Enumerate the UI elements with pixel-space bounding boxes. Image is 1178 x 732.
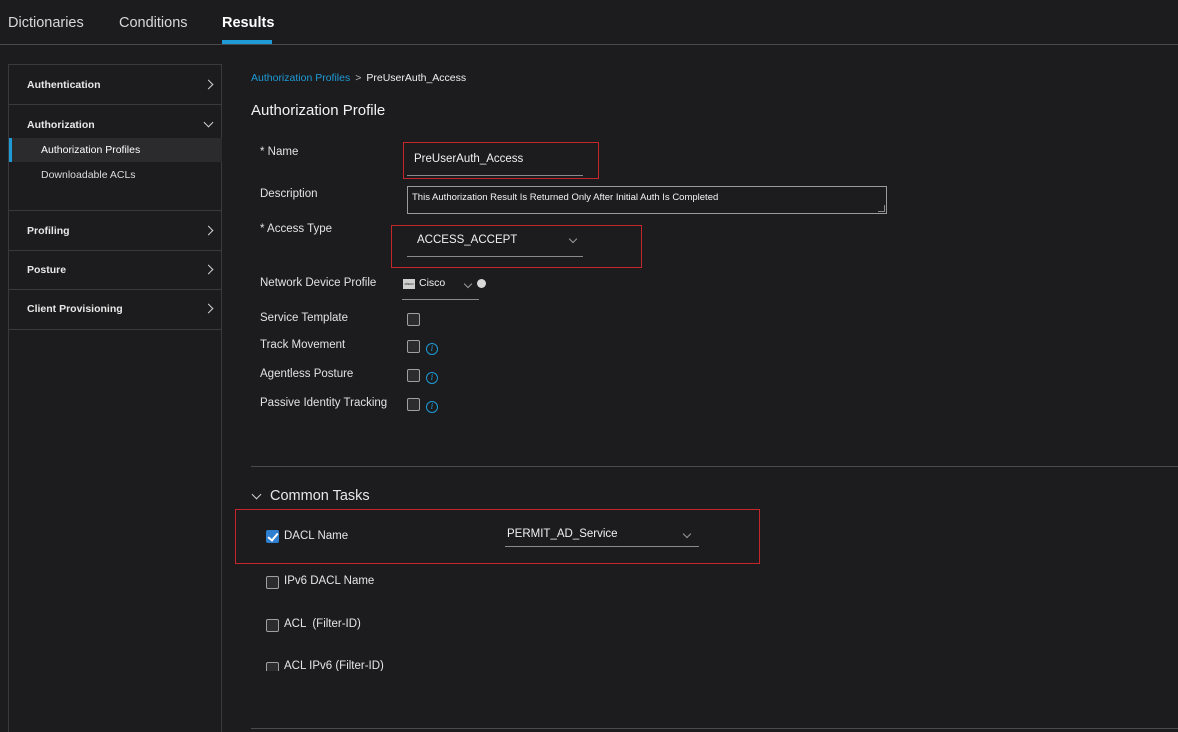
network-device-profile-value: Cisco bbox=[419, 277, 446, 289]
passive-identity-tracking-label: Passive Identity Tracking bbox=[260, 397, 388, 409]
network-device-profile-label: Network Device Profile bbox=[260, 277, 377, 289]
agentless-posture-label: Agentless Posture bbox=[260, 368, 354, 380]
common-tasks-title[interactable]: Common Tasks bbox=[270, 488, 370, 504]
tab-results[interactable]: Results bbox=[222, 15, 274, 31]
tab-conditions[interactable]: Conditions bbox=[119, 15, 188, 31]
track-movement-checkbox[interactable] bbox=[407, 340, 420, 353]
description-label: Description bbox=[260, 188, 318, 200]
breadcrumb-parent-link[interactable]: Authorization Profiles bbox=[251, 72, 350, 84]
info-icon[interactable]: i bbox=[426, 401, 438, 413]
sidebar-item-downloadable-acls[interactable]: Downloadable ACLs bbox=[9, 163, 222, 187]
name-input[interactable]: PreUserAuth_Access bbox=[407, 152, 583, 176]
sidebar: Authentication Authorization Authorizati… bbox=[8, 64, 222, 732]
sidebar-section-label: Profiling bbox=[27, 225, 70, 237]
sidebar-section-label[interactable]: Authorization bbox=[27, 119, 95, 131]
access-type-value: ACCESS_ACCEPT bbox=[417, 234, 518, 246]
sidebar-section-authorization: Authorization Authorization Profiles Dow… bbox=[9, 105, 222, 211]
sidebar-section-profiling[interactable]: Profiling bbox=[9, 211, 222, 251]
description-text: This Authorization Result Is Returned On… bbox=[412, 192, 719, 203]
sidebar-section-client-provisioning[interactable]: Client Provisioning bbox=[9, 290, 222, 330]
sidebar-section-authentication[interactable]: Authentication bbox=[9, 65, 222, 105]
acl-ipv6-row-clipped: ACL IPv6 (Filter-ID) bbox=[262, 659, 462, 671]
passive-identity-tracking-checkbox[interactable] bbox=[407, 398, 420, 411]
active-tab-indicator bbox=[222, 40, 272, 44]
globe-icon[interactable] bbox=[477, 279, 486, 288]
cisco-logo-icon: cisco bbox=[403, 279, 415, 289]
resize-handle-icon[interactable] bbox=[878, 205, 885, 212]
description-textarea[interactable]: This Authorization Result Is Returned On… bbox=[407, 186, 887, 214]
sidebar-item-authorization-profiles[interactable]: Authorization Profiles bbox=[9, 138, 222, 162]
sidebar-section-posture[interactable]: Posture bbox=[9, 251, 222, 290]
dacl-name-value: PERMIT_AD_Service bbox=[507, 528, 618, 540]
tab-dictionaries[interactable]: Dictionaries bbox=[8, 15, 84, 31]
track-movement-label: Track Movement bbox=[260, 339, 346, 351]
acl-filter-id-checkbox[interactable] bbox=[266, 619, 279, 632]
breadcrumb-separator: > bbox=[355, 72, 362, 84]
chevron-right-icon bbox=[203, 303, 214, 314]
dacl-name-select[interactable]: PERMIT_AD_Service bbox=[505, 526, 699, 547]
chevron-down-icon[interactable] bbox=[203, 117, 214, 128]
breadcrumb-current: PreUserAuth_Access bbox=[366, 72, 467, 84]
breadcrumb: Authorization Profiles > PreUserAuth_Acces… bbox=[251, 72, 466, 84]
acl-filter-id-label: ACL (Filter-ID) bbox=[284, 618, 361, 630]
chevron-down-icon[interactable] bbox=[251, 489, 262, 500]
dacl-name-checkbox[interactable] bbox=[266, 530, 279, 543]
chevron-right-icon bbox=[203, 225, 214, 236]
agentless-posture-checkbox[interactable] bbox=[407, 369, 420, 382]
acl-ipv6-checkbox[interactable] bbox=[266, 662, 279, 671]
ipv6-dacl-name-label: IPv6 DACL Name bbox=[284, 575, 375, 587]
access-type-select[interactable]: ACCESS_ACCEPT bbox=[407, 233, 583, 257]
section-divider bbox=[251, 466, 1178, 467]
chevron-right-icon bbox=[203, 264, 214, 275]
footer-divider bbox=[251, 728, 1178, 729]
ipv6-dacl-name-checkbox[interactable] bbox=[266, 576, 279, 589]
info-icon[interactable]: i bbox=[426, 343, 438, 355]
chevron-right-icon bbox=[203, 79, 214, 90]
sidebar-section-label: Client Provisioning bbox=[27, 303, 123, 315]
sidebar-section-label: Authentication bbox=[27, 79, 101, 91]
acl-ipv6-label: ACL IPv6 (Filter-ID) bbox=[284, 660, 384, 671]
top-navigation: Dictionaries Conditions Results bbox=[0, 0, 1178, 45]
access-type-label: * Access Type bbox=[260, 223, 333, 235]
page-title: Authorization Profile bbox=[251, 102, 386, 119]
info-icon[interactable]: i bbox=[426, 372, 438, 384]
service-template-label: Service Template bbox=[260, 312, 348, 324]
name-label: * Name bbox=[260, 146, 299, 158]
main-content: Authorization Profiles > PreUserAuth_Acces… bbox=[222, 45, 1178, 732]
service-template-checkbox[interactable] bbox=[407, 313, 420, 326]
dacl-name-label: DACL Name bbox=[284, 530, 349, 542]
sidebar-section-label: Posture bbox=[27, 264, 67, 276]
